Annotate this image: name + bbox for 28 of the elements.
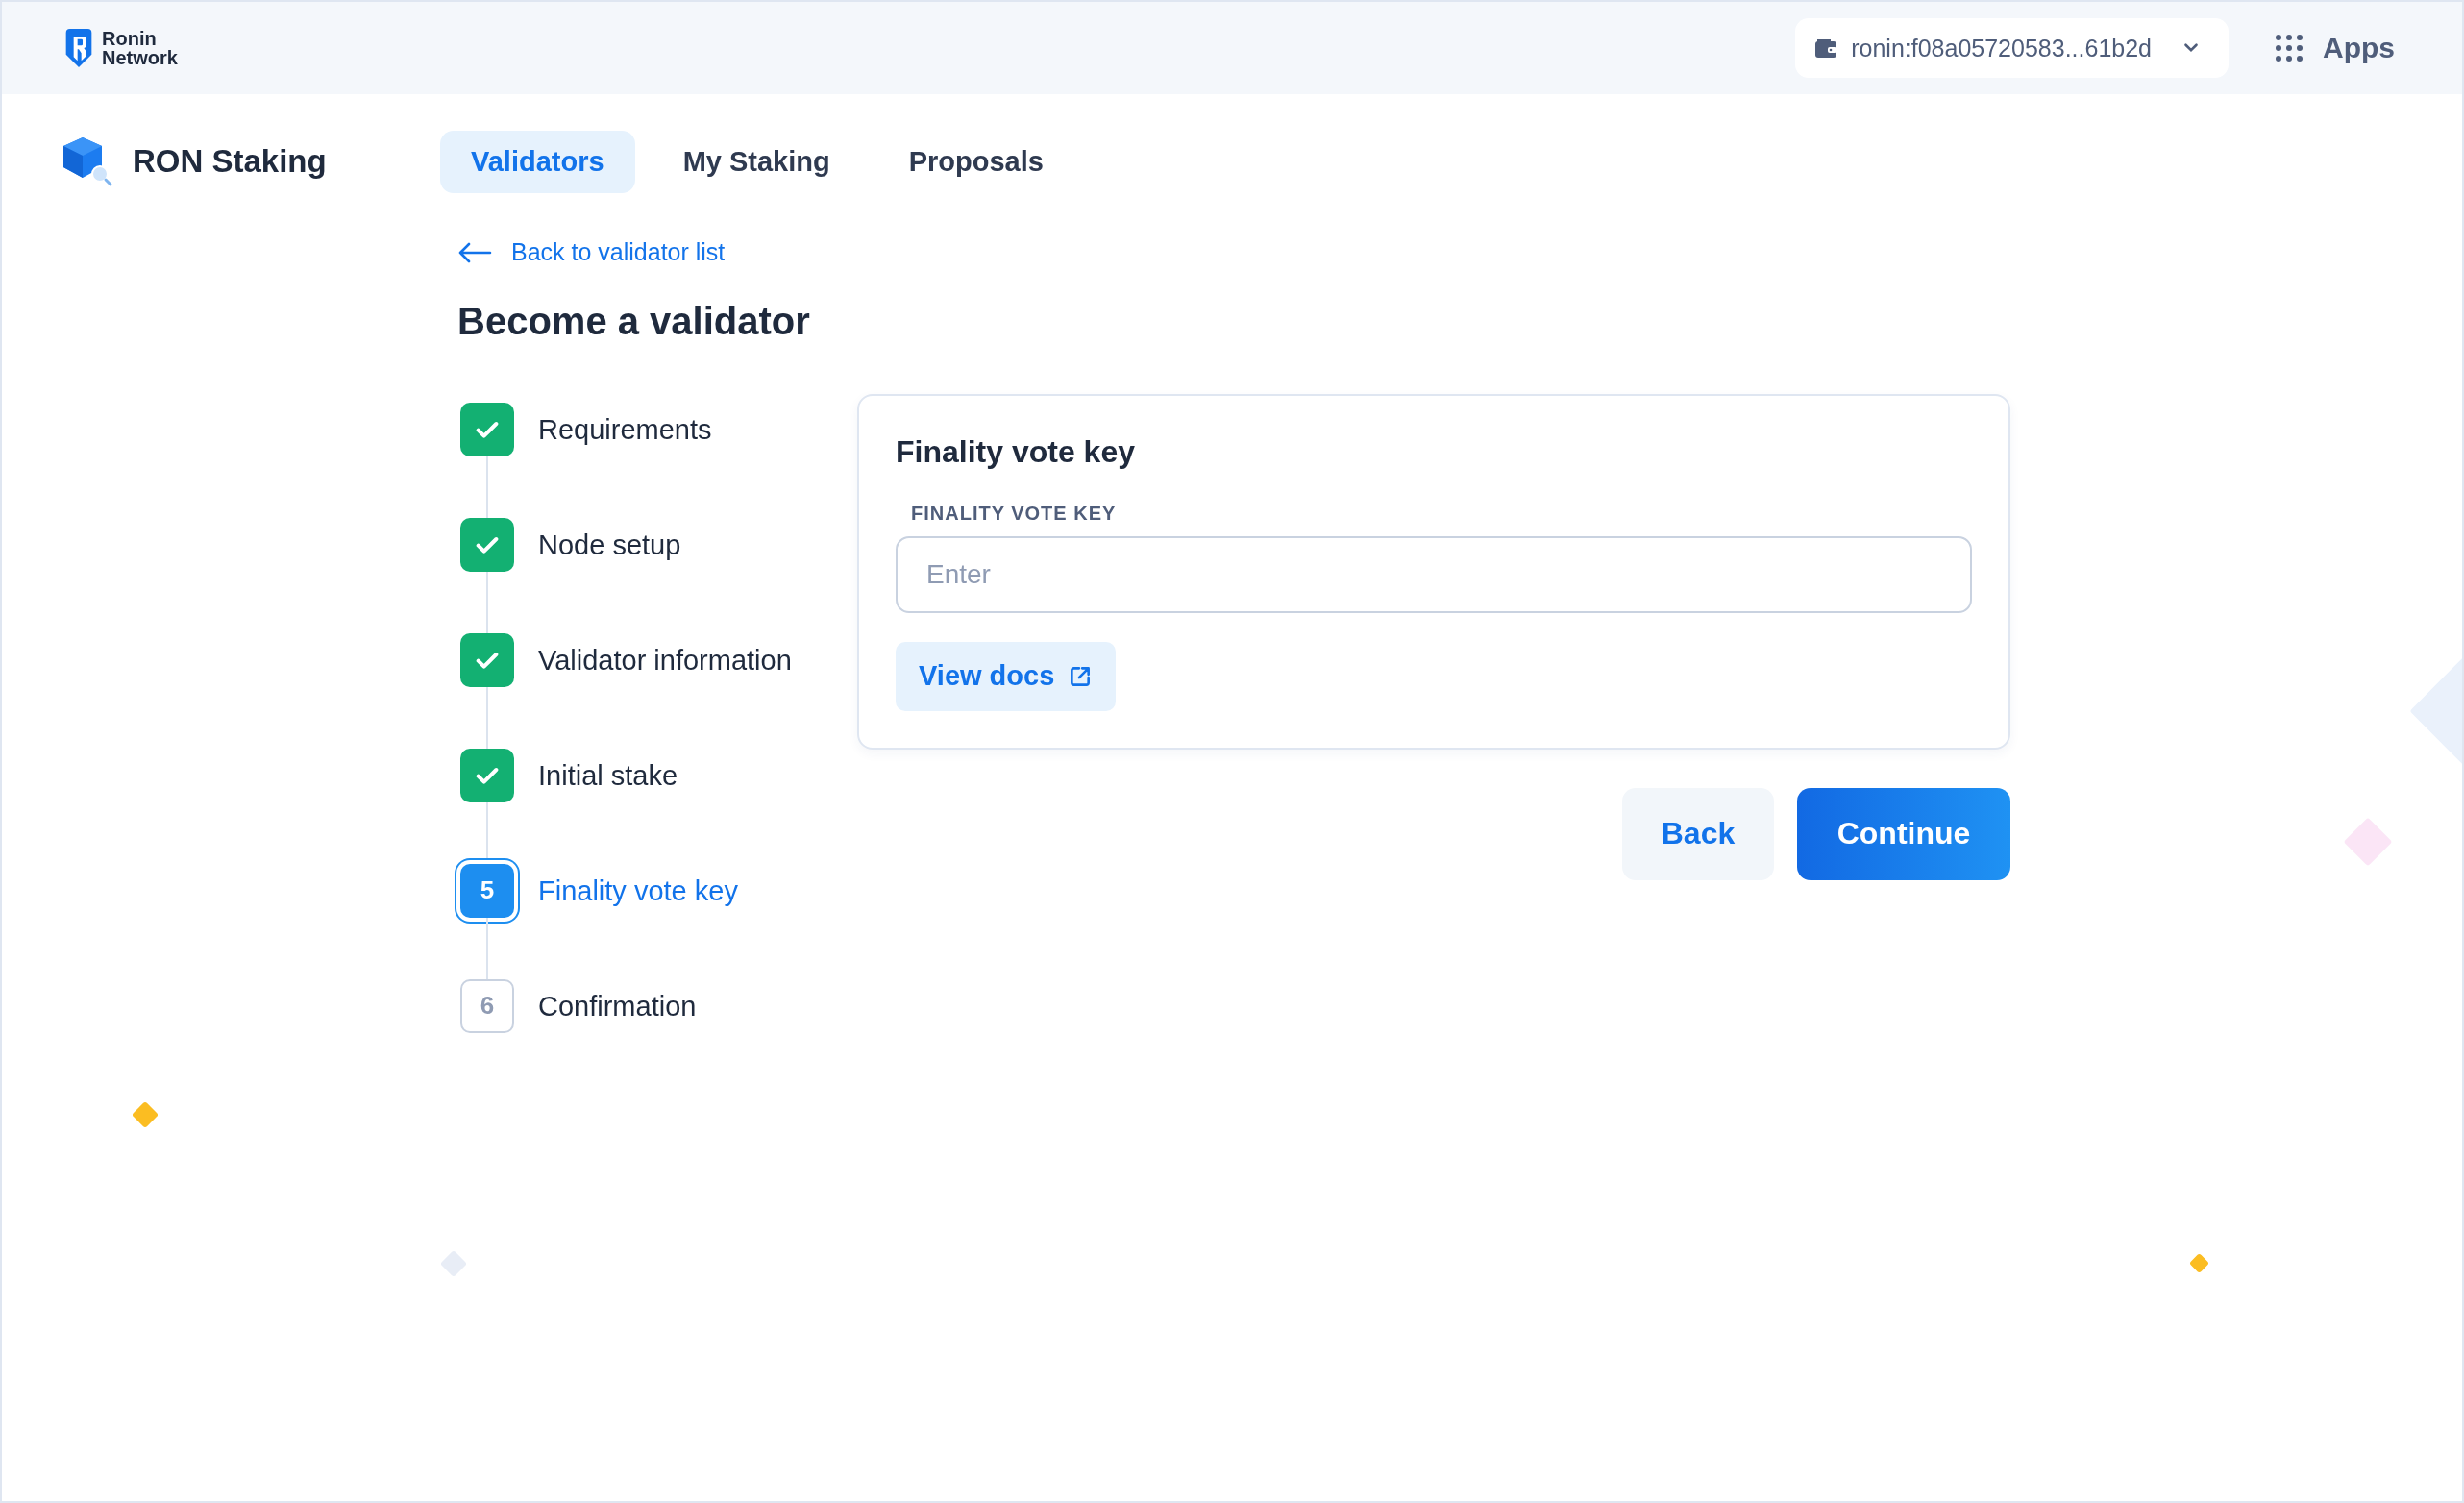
input-field[interactable]: Enter <box>896 535 1972 613</box>
logo-text: Ronin <box>102 29 158 48</box>
wallet-address-dropdown[interactable]: ronin:f08a05720583...61b2d <box>1795 18 2229 78</box>
page-title: Become a validator <box>457 299 811 343</box>
wallet-icon <box>1814 37 1838 59</box>
step-label: Finality vote key <box>538 874 738 908</box>
app-title: RON Staking <box>133 143 327 180</box>
step-label: Initial stake <box>538 758 678 793</box>
nav-tab[interactable]: My Staking <box>652 130 861 193</box>
cube-search-icon <box>62 136 113 187</box>
step-label: Requirements <box>538 412 712 447</box>
grid-dots-icon <box>2275 34 2304 62</box>
step-label: Node setup <box>538 528 681 562</box>
nav-tab[interactable]: Proposals <box>877 130 1074 193</box>
field-label: FINALITY VOTE KEY <box>911 502 1118 525</box>
back-button[interactable]: Back <box>1622 787 1774 880</box>
step-label: Confirmation <box>538 989 697 1023</box>
step-label: Validator information <box>538 643 792 678</box>
logo-text: Network <box>102 48 178 67</box>
card-title: Finality vote key <box>896 433 1136 470</box>
back-link[interactable]: Back to validator list <box>457 238 726 266</box>
continue-button[interactable]: Continue <box>1797 787 2010 880</box>
step-indicator: 6 <box>460 978 514 1033</box>
view-docs-button[interactable]: View docs <box>896 641 1117 711</box>
apps-button[interactable]: Apps <box>2275 32 2416 64</box>
nav-tab[interactable]: Validators <box>440 130 635 193</box>
arrow-left-icon <box>457 240 492 264</box>
shield-logo-icon <box>63 29 94 67</box>
